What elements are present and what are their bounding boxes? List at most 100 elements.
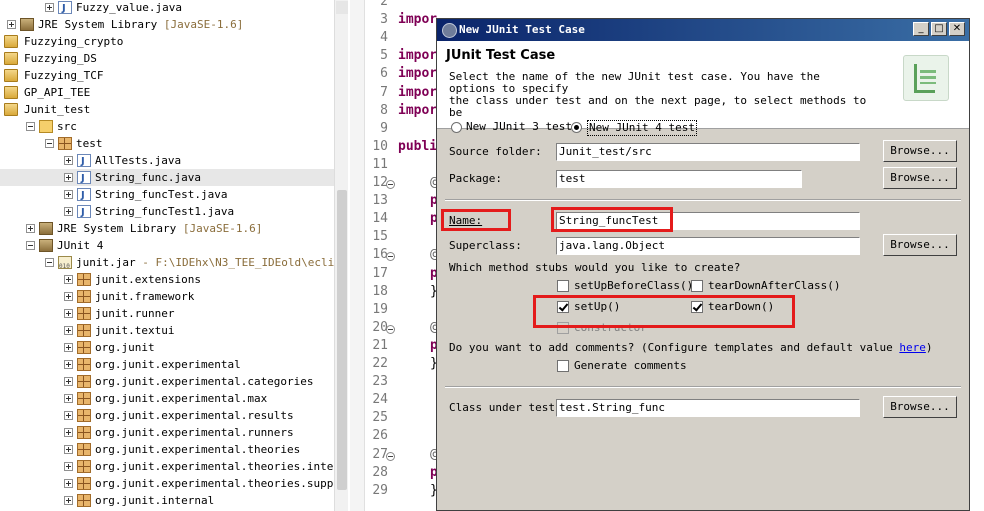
package-explorer-tree[interactable]: Fuzzy_value.java JRE System Library [Java… [0, 0, 348, 511]
expand-icon[interactable] [64, 275, 73, 284]
minimize-icon[interactable]: _ [913, 22, 929, 36]
tree-item-label: String_funcTest1.java [95, 205, 235, 218]
tree-item[interactable]: String_funcTest1.java [0, 203, 334, 221]
tree-item[interactable]: Junit_test [0, 101, 334, 118]
expand-icon[interactable] [64, 343, 73, 352]
scroll-thumb[interactable] [337, 190, 347, 490]
expand-icon[interactable] [64, 411, 73, 420]
collapse-icon[interactable] [45, 258, 54, 267]
setupbeforeclass-label[interactable]: setUpBeforeClass() [574, 279, 693, 293]
expand-icon[interactable] [64, 173, 73, 182]
package-icon [77, 273, 91, 286]
fold-icon[interactable] [386, 180, 395, 189]
generate-comments-label[interactable]: Generate comments [574, 359, 687, 373]
configure-templates-link[interactable]: here [899, 341, 926, 354]
dialog-heading: JUnit Test Case [446, 48, 556, 63]
expand-icon[interactable] [64, 428, 73, 437]
tree-item[interactable]: JRE System Library [JavaSE-1.6] [0, 16, 334, 33]
tree-item[interactable]: org.junit.experimental.results [0, 407, 334, 424]
expand-icon[interactable] [64, 394, 73, 403]
tree-item[interactable]: Fuzzying_crypto [0, 33, 334, 50]
tree-item[interactable]: AllTests.java [0, 152, 334, 170]
browse-class-under-test-button[interactable]: Browse... [883, 396, 957, 418]
package-field[interactable]: test [556, 170, 802, 188]
tree-item[interactable]: test [0, 135, 334, 152]
superclass-field[interactable]: java.lang.Object [556, 237, 860, 255]
maximize-icon[interactable]: □ [931, 22, 947, 36]
collapse-icon[interactable] [45, 139, 54, 148]
tree-item[interactable]: junit.extensions [0, 271, 334, 288]
browse-package-button[interactable]: Browse... [883, 167, 957, 189]
class-under-test-field[interactable]: test.String_func [556, 399, 860, 417]
junit4-radio-label[interactable]: New JUnit 4 test [587, 120, 697, 136]
teardownafterclass-checkbox[interactable] [691, 280, 703, 292]
expand-icon[interactable] [64, 479, 73, 488]
close-icon[interactable]: ✕ [949, 22, 965, 36]
expand-icon[interactable] [64, 360, 73, 369]
tree-scrollbar[interactable] [334, 0, 348, 511]
dialog-title-bar[interactable]: New JUnit Test Case _ □ ✕ [437, 19, 969, 41]
teardownafterclass-label[interactable]: tearDownAfterClass() [708, 279, 840, 293]
collapse-icon[interactable] [26, 241, 35, 250]
tree-item[interactable]: Fuzzy_value.java [0, 0, 334, 17]
line-number: 14 [372, 211, 388, 227]
tree-item[interactable]: org.junit.experimental.max [0, 390, 334, 407]
tree-item[interactable]: org.junit.experimental.theories.supplier… [0, 475, 348, 492]
expand-icon[interactable] [64, 326, 73, 335]
expand-icon[interactable] [64, 190, 73, 199]
expand-icon[interactable] [64, 156, 73, 165]
browse-superclass-button[interactable]: Browse... [883, 234, 957, 256]
tree-item-label: String_funcTest.java [95, 188, 228, 201]
jar-icon [58, 256, 72, 275]
tree-item[interactable]: org.junit.experimental.theories.internal [0, 458, 348, 475]
expand-icon[interactable] [64, 462, 73, 471]
fold-icon[interactable] [386, 324, 395, 334]
tree-item-decoration: [JavaSE-1.6] [157, 18, 244, 31]
junit3-radio-label[interactable]: New JUnit 3 test [466, 120, 572, 134]
expand-icon[interactable] [64, 292, 73, 301]
source-folder-field[interactable]: Junit_test/src [556, 143, 860, 161]
tree-item[interactable]: String_func.java [0, 169, 334, 187]
expand-icon[interactable] [26, 224, 35, 233]
tree-item[interactable]: JUnit 4 [0, 237, 334, 254]
tree-item[interactable]: GP_API_TEE [0, 84, 334, 101]
generate-comments-checkbox[interactable] [557, 360, 569, 372]
tree-item[interactable]: Fuzzying_DS [0, 50, 334, 67]
expand-icon[interactable] [64, 496, 73, 505]
line-number: 27 [372, 446, 388, 462]
tree-item-label: junit.textui [95, 324, 175, 337]
tree-item[interactable]: junit.framework [0, 288, 334, 305]
scroll-up-icon[interactable] [336, 1, 348, 14]
expand-icon[interactable] [7, 20, 16, 29]
line-number: 9 [380, 120, 388, 136]
tree-item[interactable]: Fuzzying_TCF [0, 67, 334, 84]
tree-item[interactable]: org.junit [0, 339, 334, 356]
tree-item[interactable]: org.junit.internal [0, 492, 334, 509]
expand-icon[interactable] [64, 207, 73, 216]
tree-item[interactable]: String_funcTest.java [0, 186, 334, 204]
fold-icon[interactable] [386, 252, 395, 262]
tree-item[interactable]: org.junit.experimental.theories [0, 441, 334, 458]
tree-item[interactable]: junit.runner [0, 305, 334, 322]
expand-icon[interactable] [64, 445, 73, 454]
tree-item[interactable]: org.junit.experimental [0, 356, 334, 373]
line-number: 25 [372, 410, 388, 426]
tree-item[interactable]: JRE System Library [JavaSE-1.6] [0, 220, 334, 237]
expand-icon[interactable] [64, 377, 73, 386]
fold-icon[interactable] [386, 451, 395, 461]
dialog-description: Select the name of the new JUnit test ca… [449, 70, 867, 119]
code-fragment: impor [398, 48, 438, 64]
line-number: 4 [380, 30, 388, 46]
tree-item[interactable]: org.junit.experimental.runners [0, 424, 334, 441]
expand-icon[interactable] [64, 309, 73, 318]
tree-item[interactable]: org.junit.experimental.categories [0, 373, 334, 390]
junit3-radio[interactable] [451, 122, 462, 133]
tree-item[interactable]: junit.jar - F:\IDEhx\N3_TEE_IDEold\eclip… [0, 254, 348, 275]
tree-item[interactable]: junit.textui [0, 322, 334, 339]
browse-source-folder-button[interactable]: Browse... [883, 140, 957, 162]
expand-icon[interactable] [45, 3, 54, 12]
junit4-radio[interactable] [571, 122, 582, 133]
setupbeforeclass-checkbox[interactable] [557, 280, 569, 292]
tree-item[interactable]: src [0, 118, 334, 135]
collapse-icon[interactable] [26, 122, 35, 131]
